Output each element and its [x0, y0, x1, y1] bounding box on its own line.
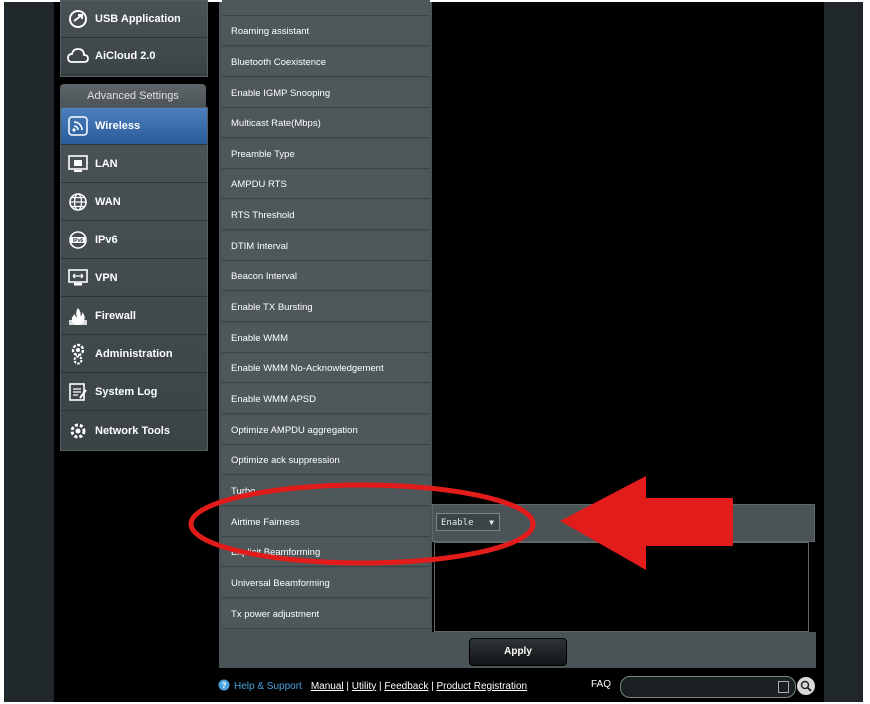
sidebar-item-usb-application[interactable]: USB Application: [61, 1, 207, 38]
sidebar-item-wireless[interactable]: Wireless: [61, 108, 207, 145]
settings-row: Enable WMM APSD: [222, 385, 430, 414]
utility-link[interactable]: Utility: [352, 681, 376, 692]
settings-row: AMPDU RTS: [222, 170, 430, 199]
usb-icon: [67, 8, 89, 30]
cloud-icon: [67, 45, 89, 67]
faq-search-input[interactable]: [620, 676, 796, 698]
sidebar-item-ipv6[interactable]: IPv6 IPv6: [61, 222, 207, 259]
settings-row: Multicast Rate(Mbps): [222, 109, 430, 138]
log-icon: [67, 381, 89, 403]
settings-row: Enable WMM No-Acknowledgement: [222, 354, 430, 383]
settings-row-airtime-fairness: Airtime Fairness: [222, 508, 430, 537]
sidebar-item-wan[interactable]: WAN: [61, 184, 207, 221]
sidebar-item-label: AiCloud 2.0: [95, 50, 156, 62]
sidebar-advanced-group: Wireless LAN WAN IPv6 IPv6 VPN Firewall: [60, 107, 208, 451]
apply-button[interactable]: Apply: [469, 638, 567, 666]
feedback-link[interactable]: Feedback: [384, 681, 428, 692]
sidebar-item-label: LAN: [95, 158, 118, 170]
select-value: Enable: [441, 518, 474, 528]
sidebar-item-administration[interactable]: Administration: [61, 336, 207, 373]
separator: |: [376, 680, 385, 692]
settings-row: Bluetooth Coexistence: [222, 48, 430, 77]
settings-row: Enable TX Bursting: [222, 293, 430, 322]
separator: |: [428, 680, 437, 692]
settings-row-turbo: Turbo: [222, 477, 430, 506]
settings-row-explicit-beamforming: Explicit Beamforming: [222, 538, 430, 567]
caret-down-icon: ▼: [489, 518, 494, 527]
tools-icon: [67, 420, 89, 442]
settings-row: Preamble Type: [222, 140, 430, 169]
clear-icon: [778, 681, 789, 693]
vpn-icon: [67, 267, 89, 289]
sidebar-item-label: USB Application: [95, 13, 181, 25]
wifi-icon: [67, 115, 89, 137]
settings-row: Universal Beamforming: [222, 569, 430, 598]
settings-row-partial: [222, 0, 430, 16]
separator: |: [343, 680, 352, 692]
settings-row: Enable WMM: [222, 324, 430, 353]
advanced-settings-header: Advanced Settings: [60, 84, 206, 108]
sidebar-item-label: Firewall: [95, 310, 136, 322]
sidebar-item-label: VPN: [95, 272, 118, 284]
faq-label: FAQ: [591, 679, 612, 690]
sidebar-item-system-log[interactable]: System Log: [61, 374, 207, 411]
sidebar-item-label: Administration: [95, 348, 173, 360]
settings-row: DTIM Interval: [222, 232, 430, 261]
sidebar-item-firewall[interactable]: Firewall: [61, 298, 207, 335]
manual-link[interactable]: Manual: [311, 681, 344, 692]
settings-row: Enable IGMP Snooping: [222, 79, 430, 108]
sidebar-item-network-tools[interactable]: Network Tools: [61, 412, 207, 449]
airtime-fairness-select[interactable]: Enable ▼: [436, 513, 500, 531]
sidebar-item-label: Wireless: [95, 120, 141, 132]
settings-row: Optimize ack suppression: [222, 446, 430, 475]
firewall-icon: [67, 305, 89, 327]
sidebar-item-label: IPv6: [95, 234, 118, 246]
sidebar-top-group: USB Application AiCloud 2.0: [60, 0, 208, 77]
settings-row: Beacon Interval: [222, 262, 430, 291]
footer: ? Help & Support Manual | Utility | Feed…: [218, 676, 527, 696]
search-icon[interactable]: [797, 677, 815, 695]
ipv6-icon: IPv6: [67, 229, 89, 251]
settings-row: RTS Threshold: [222, 201, 430, 230]
admin-icon: [67, 343, 89, 365]
settings-row: Tx power adjustment: [222, 600, 430, 629]
settings-row: Roaming assistant: [222, 17, 430, 46]
value-panel: [434, 542, 809, 632]
lan-icon: [67, 153, 89, 175]
settings-row: Optimize AMPDU aggregation: [222, 416, 430, 445]
sidebar-item-vpn[interactable]: VPN: [61, 260, 207, 297]
svg-text:?: ?: [222, 681, 227, 690]
globe-icon: [67, 191, 89, 213]
sidebar-item-label: Network Tools: [95, 424, 170, 437]
sidebar-item-lan[interactable]: LAN: [61, 146, 207, 183]
help-support-link[interactable]: Help & Support: [234, 681, 302, 692]
product-registration-link[interactable]: Product Registration: [436, 681, 527, 692]
svg-text:IPv6: IPv6: [73, 238, 84, 244]
sidebar-item-label: System Log: [95, 386, 158, 398]
help-icon: ?: [218, 679, 230, 694]
sidebar-item-aicloud[interactable]: AiCloud 2.0: [61, 38, 207, 75]
sidebar-item-label: WAN: [95, 196, 121, 208]
